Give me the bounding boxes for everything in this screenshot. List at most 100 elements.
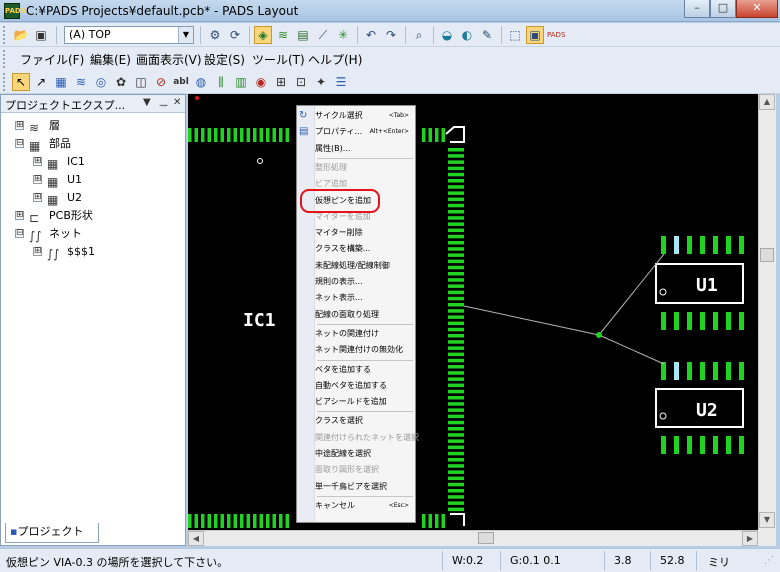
redo-icon[interactable]: ↷	[382, 26, 400, 44]
design-toolbar-icon[interactable]: ◈	[254, 26, 272, 44]
drill-filter-icon[interactable]: ◉	[252, 73, 270, 91]
context-menu-item[interactable]: 配線の面取り処理	[297, 307, 415, 323]
context-menu-item[interactable]: 中途配線を選択	[297, 446, 415, 462]
panel-close-icon[interactable]: ✕	[173, 97, 181, 108]
pad-filter-icon[interactable]: ▥	[232, 73, 250, 91]
undo-icon[interactable]: ↶	[362, 26, 380, 44]
context-menu-item[interactable]: マイター削除	[297, 225, 415, 241]
menu-setup[interactable]: 設定(S)	[204, 51, 245, 68]
route-icon[interactable]: ≋	[274, 26, 292, 44]
ic1-pad	[448, 203, 464, 208]
horizontal-scrollbar[interactable]: ◀ ▶	[188, 530, 758, 546]
pin-filter-icon[interactable]: ⫼	[212, 73, 230, 91]
context-menu-item[interactable]: ベタを追加する	[297, 362, 415, 378]
board-filter-icon[interactable]: ⊡	[292, 73, 310, 91]
context-menu-item[interactable]: 面取り図形を選択	[297, 462, 415, 478]
pcb-canvas[interactable]: IC1 U1 U2	[188, 94, 758, 530]
net-filter-icon[interactable]: ⊞	[272, 73, 290, 91]
setup-icon[interactable]: ⚙	[206, 26, 224, 44]
vertical-scrollbar[interactable]: ▲ ▼	[758, 94, 776, 530]
scroll-down-icon[interactable]: ▼	[759, 512, 775, 528]
ic1-pad	[448, 327, 464, 332]
scroll-right-icon[interactable]: ▶	[742, 531, 758, 546]
context-menu-item[interactable]: ↻ サイクル選択 <Tab>	[297, 108, 415, 124]
context-menu-item[interactable]: ビアシールドを追加	[297, 394, 415, 410]
context-menu-item[interactable]: 属性(B)...	[297, 141, 415, 157]
context-menu-item[interactable]: ▤ プロパティ... Alt+<Enter>	[297, 124, 415, 140]
brush-icon[interactable]: ✎	[478, 26, 496, 44]
tree-item-label: 部品	[49, 137, 71, 150]
context-menu-item[interactable]: 関連付けられたネットを選択	[297, 430, 419, 446]
keepout-filter-icon[interactable]: ⊘	[152, 73, 170, 91]
window-title: C:¥PADS Projects¥default.pcb* - PADS Lay…	[26, 4, 299, 18]
select-toolbar-grip[interactable]	[3, 73, 6, 91]
project-explorer-header: プロジェクトエクスプ... ▼ ᅲ ✕	[1, 95, 185, 113]
close-button[interactable]: ✕	[736, 0, 778, 18]
status-x: 3.8	[614, 554, 632, 567]
menu-tools[interactable]: ツール(T)	[252, 51, 305, 68]
line-icon[interactable]: ⟋	[314, 26, 332, 44]
list-filter-icon[interactable]: ☰	[332, 73, 350, 91]
pads-app-icon[interactable]: PADS	[4, 3, 26, 19]
pin-icon[interactable]: ᅲ	[159, 97, 168, 112]
expand-icon[interactable]: ⊞	[33, 175, 42, 184]
dxf-filter-icon[interactable]: ✦	[312, 73, 330, 91]
menu-help[interactable]: ヘルプ(H)	[308, 51, 362, 68]
context-menu-item[interactable]: 未配線処理/配線制御	[297, 258, 415, 274]
via-filter-icon[interactable]: ◎	[92, 73, 110, 91]
layer-filter-icon[interactable]: ▦	[52, 73, 70, 91]
context-menu-item[interactable]: キャンセル <Esc>	[297, 498, 415, 514]
pads-router-icon[interactable]: PADS	[546, 26, 565, 44]
context-menu-item[interactable]: クラスを構築...	[297, 241, 415, 257]
horizontal-scroll-thumb[interactable]	[478, 532, 494, 544]
open-file-icon[interactable]: 📂	[12, 26, 30, 44]
scroll-up-icon[interactable]: ▲	[759, 94, 775, 110]
layer-select[interactable]: (A) TOP ▼	[64, 26, 194, 44]
context-menu-item[interactable]: 規則の表示...	[297, 274, 415, 290]
context-menu-item[interactable]: ネットの関連付け	[297, 326, 415, 342]
ecobar-icon[interactable]: ✳	[334, 26, 352, 44]
menu-edit[interactable]: 編集(E)	[90, 51, 131, 68]
tab-project[interactable]: ▪プロジェクト	[5, 523, 99, 543]
context-menu-item[interactable]: 自動ベタを追加する	[297, 378, 415, 394]
verify-icon[interactable]: ◒	[438, 26, 456, 44]
vertical-scroll-thumb[interactable]	[760, 248, 774, 262]
context-menu-item[interactable]: ネット関連付けの無効化	[297, 342, 415, 358]
refresh-icon[interactable]: ⟳	[226, 26, 244, 44]
context-menu-item[interactable]: 整形処理	[297, 160, 415, 176]
resize-grip-icon[interactable]: ⋰	[764, 555, 774, 566]
expand-icon[interactable]: ⊟	[15, 139, 24, 148]
save-icon[interactable]: ▣	[32, 26, 50, 44]
expand-icon[interactable]: ⊞	[15, 121, 24, 130]
chevron-down-icon[interactable]: ▼	[178, 27, 193, 43]
trace-filter-icon[interactable]: ≋	[72, 73, 90, 91]
menu-view[interactable]: 画面表示(V)	[136, 51, 202, 68]
copper-filter-icon[interactable]: ◫	[132, 73, 150, 91]
minimize-button[interactable]: –	[684, 0, 710, 18]
menu-grip[interactable]	[3, 50, 6, 68]
component-filter-icon[interactable]: ✿	[112, 73, 130, 91]
panel-menu-icon[interactable]: ▼	[143, 97, 151, 108]
dimension-icon[interactable]: ◐	[458, 26, 476, 44]
zoom-icon[interactable]: ⌕	[410, 26, 428, 44]
text-filter-icon[interactable]: abl	[172, 73, 190, 91]
expand-icon[interactable]: ⊞	[33, 193, 42, 202]
select-arrow-icon[interactable]: ↖	[12, 73, 30, 91]
context-menu-item[interactable]: ネット表示...	[297, 290, 415, 306]
scroll-left-icon[interactable]: ◀	[188, 531, 204, 546]
pcb-board-icon[interactable]: ▤	[294, 26, 312, 44]
expand-icon[interactable]: ⊞	[33, 157, 42, 166]
menu-file[interactable]: ファイル(F)	[20, 51, 84, 68]
cursor-window-icon[interactable]: ⬚	[506, 26, 524, 44]
select-filter-icon[interactable]: ↗	[32, 73, 50, 91]
label-filter-icon[interactable]: ◍	[192, 73, 210, 91]
expand-icon[interactable]: ⊞	[33, 247, 42, 256]
context-menu-item[interactable]: 単一千鳥ビアを選択	[297, 479, 415, 495]
expand-icon[interactable]: ⊞	[15, 211, 24, 220]
toolbar-grip[interactable]	[3, 26, 6, 44]
context-menu-item[interactable]: クラスを選択	[297, 413, 415, 429]
ic1-pad	[435, 514, 439, 528]
maximize-button[interactable]: □	[710, 0, 736, 18]
expand-icon[interactable]: ⊟	[15, 229, 24, 238]
layers-window-icon[interactable]: ▣	[526, 26, 544, 44]
